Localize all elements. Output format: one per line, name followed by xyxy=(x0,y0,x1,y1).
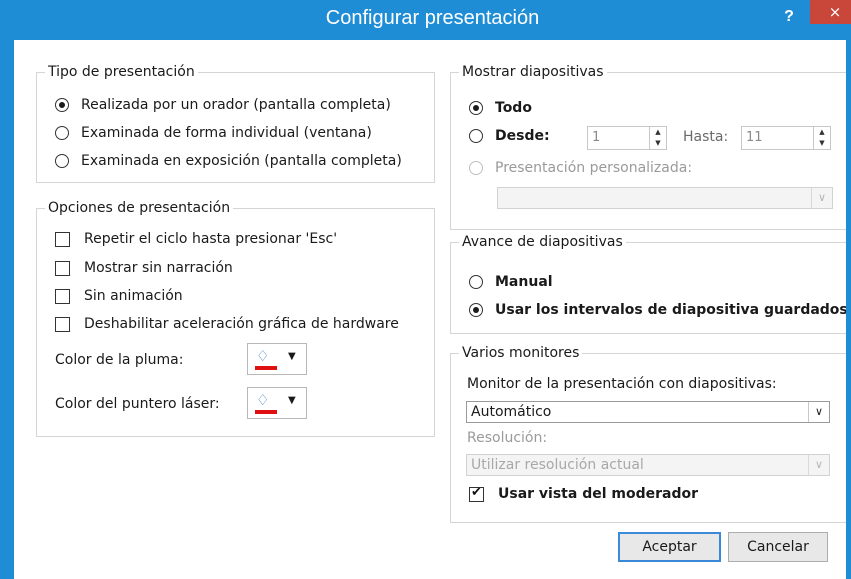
dropdown-arrow-icon: ▼ xyxy=(288,351,296,362)
checkbox-box[interactable] xyxy=(55,231,70,247)
spin-down-icon[interactable]: ▼ xyxy=(650,138,666,149)
window-frame-right xyxy=(846,40,851,579)
hasta-label: Hasta: xyxy=(683,129,728,145)
radio-label: Todo xyxy=(495,100,532,116)
pen-color-text: Color de la pluma: xyxy=(55,352,184,368)
resolucion-text: Resolución: xyxy=(467,430,548,446)
checkbox-deshabilitar-aceleracion[interactable]: Deshabilitar aceleración gráfica de hard… xyxy=(55,316,399,332)
checkbox-label: Sin animación xyxy=(84,288,183,304)
radio-manual[interactable]: Manual xyxy=(469,274,553,290)
radio-individual[interactable]: Examinada de forma individual (ventana) xyxy=(55,125,372,141)
chevron-down-icon[interactable]: ∨ xyxy=(808,402,829,422)
hasta-text: Hasta: xyxy=(683,129,729,145)
radio-label: Manual xyxy=(495,274,553,290)
radio-button[interactable] xyxy=(55,98,69,112)
radio-button[interactable] xyxy=(55,126,69,140)
checkbox-box[interactable] xyxy=(55,260,70,276)
laser-color-swatch xyxy=(255,410,277,414)
radio-label: Realizada por un orador (pantalla comple… xyxy=(81,97,391,113)
checkbox-box[interactable] xyxy=(469,485,484,502)
dialog-body: Tipo de presentación Realizada por un or… xyxy=(14,40,851,579)
laser-color-text: Color del puntero láser: xyxy=(55,396,220,412)
radio-button[interactable] xyxy=(55,154,69,168)
checkbox-label: Mostrar sin narración xyxy=(84,260,233,276)
dialog-title: Configurar presentación xyxy=(325,7,540,29)
checkbox-vista-moderador[interactable]: Usar vista del moderador xyxy=(469,485,699,502)
resolucion-value: Utilizar resolución actual xyxy=(471,457,644,473)
radio-desde[interactable]: Desde: xyxy=(469,128,550,144)
radio-label: Examinada en exposición (pantalla comple… xyxy=(81,153,402,169)
radio-label: Usar los intervalos de diapositiva guard… xyxy=(495,302,848,318)
monitor-value: Automático xyxy=(471,404,552,420)
checkbox-box[interactable] xyxy=(55,288,70,304)
close-icon: × xyxy=(828,3,842,21)
cancel-button[interactable]: Cancelar xyxy=(728,532,828,562)
radio-intervalos[interactable]: Usar los intervalos de diapositiva guard… xyxy=(469,302,848,318)
radio-button[interactable] xyxy=(469,129,483,143)
accept-button[interactable]: Aceptar xyxy=(618,532,721,562)
checkbox-sin-narracion[interactable]: Mostrar sin narración xyxy=(55,260,233,276)
radio-label: Desde: xyxy=(495,128,550,144)
close-button[interactable]: × xyxy=(810,0,851,24)
pen-color-button[interactable]: ♢ ▼ xyxy=(247,343,307,375)
radio-button[interactable] xyxy=(469,161,483,175)
group-legend: Varios monitores xyxy=(459,344,583,362)
window-frame xyxy=(0,0,14,579)
checkbox-label: Usar vista del moderador xyxy=(498,486,699,502)
desde-spinner[interactable]: 1 ▲ ▼ xyxy=(587,126,667,150)
radio-personalizada[interactable]: Presentación personalizada: xyxy=(469,160,692,176)
checkbox-box[interactable] xyxy=(55,316,70,332)
radio-button[interactable] xyxy=(469,275,483,289)
group-legend: Avance de diapositivas xyxy=(459,233,626,251)
paint-bucket-icon: ♢ xyxy=(256,391,270,409)
checkbox-sin-animacion[interactable]: Sin animación xyxy=(55,288,183,304)
spin-up-icon[interactable]: ▲ xyxy=(650,127,666,138)
paint-bucket-icon: ♢ xyxy=(256,347,270,365)
radio-button[interactable] xyxy=(469,303,483,317)
resolucion-label: Resolución: xyxy=(467,430,547,446)
title-bar[interactable]: Configurar presentación ? × xyxy=(14,0,851,40)
laser-color-button[interactable]: ♢ ▼ xyxy=(247,387,307,419)
pen-color-swatch xyxy=(255,366,277,370)
radio-label: Examinada de forma individual (ventana) xyxy=(81,125,372,141)
resolucion-dropdown[interactable]: Utilizar resolución actual ∨ xyxy=(466,454,830,476)
chevron-down-icon[interactable]: ∨ xyxy=(811,188,832,208)
personalizada-dropdown[interactable]: ∨ xyxy=(497,187,833,209)
spin-down-icon[interactable]: ▼ xyxy=(814,138,830,149)
radio-orador[interactable]: Realizada por un orador (pantalla comple… xyxy=(55,97,391,113)
spin-up-icon[interactable]: ▲ xyxy=(814,127,830,138)
hasta-value[interactable]: 11 xyxy=(742,127,813,149)
laser-color-label: Color del puntero láser: xyxy=(55,396,220,412)
checkbox-label: Deshabilitar aceleración gráfica de hard… xyxy=(84,316,399,332)
radio-exposicion[interactable]: Examinada en exposición (pantalla comple… xyxy=(55,153,402,169)
radio-label: Presentación personalizada: xyxy=(495,160,693,176)
group-legend: Mostrar diapositivas xyxy=(459,63,607,81)
group-legend: Tipo de presentación xyxy=(45,63,198,81)
radio-todo[interactable]: Todo xyxy=(469,100,532,116)
radio-button[interactable] xyxy=(469,101,483,115)
checkbox-repetir-ciclo[interactable]: Repetir el ciclo hasta presionar 'Esc' xyxy=(55,231,337,247)
pen-color-label: Color de la pluma: xyxy=(55,352,183,368)
group-legend: Opciones de presentación xyxy=(45,199,234,217)
desde-value[interactable]: 1 xyxy=(588,127,649,149)
monitor-dropdown[interactable]: Automático ∨ xyxy=(466,401,830,423)
dialog-window: Configurar presentación ? × Tipo de pres… xyxy=(0,0,851,579)
monitor-label: Monitor de la presentación con diapositi… xyxy=(467,376,777,392)
checkbox-label: Repetir el ciclo hasta presionar 'Esc' xyxy=(84,231,338,247)
hasta-spinner[interactable]: 11 ▲ ▼ xyxy=(741,126,831,150)
chevron-down-icon[interactable]: ∨ xyxy=(808,455,829,475)
help-button[interactable]: ? xyxy=(779,6,799,28)
dropdown-arrow-icon: ▼ xyxy=(288,395,296,406)
monitor-text: Monitor de la presentación con diapositi… xyxy=(467,376,777,392)
